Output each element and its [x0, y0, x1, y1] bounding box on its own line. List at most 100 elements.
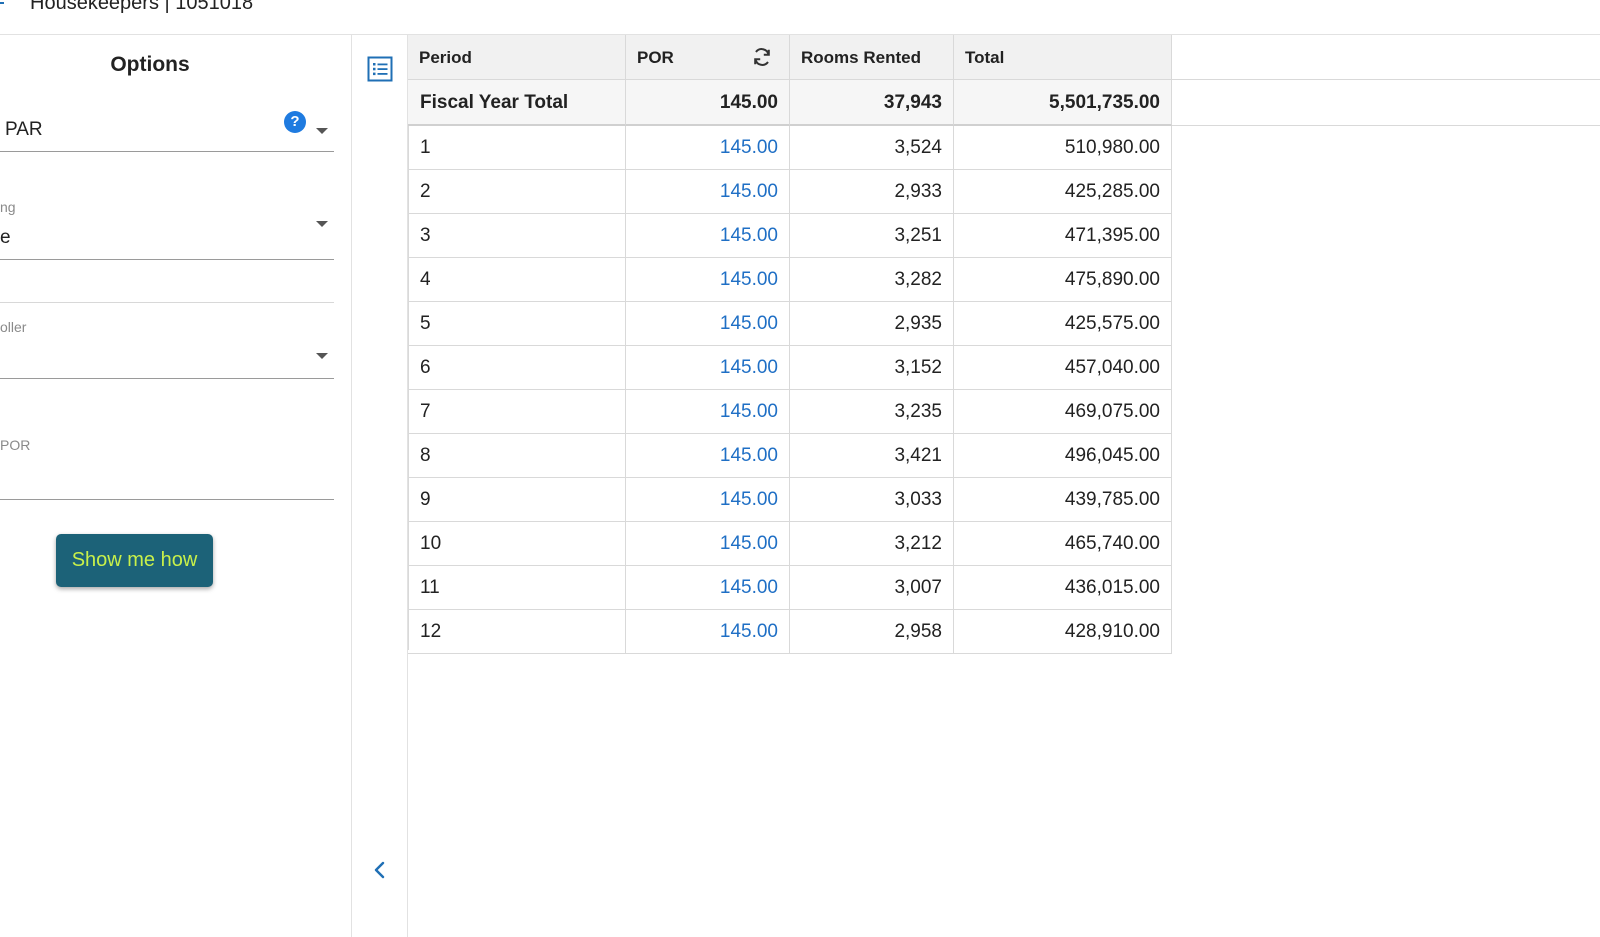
- table-row: 1 145.00 3,524 510,980.00: [408, 126, 1172, 170]
- table-row: 2 145.00 2,933 425,285.00: [408, 170, 1172, 214]
- table-row: 3 145.00 3,251 471,395.00: [408, 214, 1172, 258]
- column-header-total[interactable]: Total: [954, 35, 1172, 80]
- ranking-select-underline: [0, 259, 334, 260]
- por-link-cell[interactable]: 145.00: [626, 390, 790, 434]
- controller-select-underline: [0, 378, 334, 379]
- refresh-icon[interactable]: [751, 46, 773, 68]
- rooms-cell: 3,251: [790, 214, 954, 258]
- title-bar: Housekeepers | 1051018: [0, 0, 1600, 35]
- rooms-cell: 3,524: [790, 126, 954, 170]
- period-cell: 7: [408, 390, 626, 434]
- por-link-cell[interactable]: 145.00: [626, 434, 790, 478]
- rooms-cell: 3,421: [790, 434, 954, 478]
- ranking-select-label: ng: [0, 199, 16, 215]
- column-header-por[interactable]: POR: [626, 35, 790, 80]
- total-cell: 425,285.00: [954, 170, 1172, 214]
- column-header-rooms-rented[interactable]: Rooms Rented: [790, 35, 954, 80]
- period-cell: 11: [408, 566, 626, 610]
- rooms-cell: 3,282: [790, 258, 954, 302]
- help-icon[interactable]: ?: [284, 111, 306, 133]
- par-select-underline: [0, 151, 334, 152]
- period-cell: 5: [408, 302, 626, 346]
- por-input-underline: [0, 499, 334, 500]
- chevron-down-icon[interactable]: [316, 128, 328, 134]
- chevron-down-icon[interactable]: [316, 353, 328, 359]
- por-link-cell[interactable]: 145.00: [626, 346, 790, 390]
- rooms-cell: 2,958: [790, 610, 954, 654]
- options-panel: Options PAR ? ng e oller POR Show me how: [0, 35, 352, 937]
- period-cell: 3: [408, 214, 626, 258]
- table-row: 7 145.00 3,235 469,075.00: [408, 390, 1172, 434]
- column-header-por-label: POR: [637, 48, 674, 67]
- period-cell: 8: [408, 434, 626, 478]
- rooms-cell: 2,935: [790, 302, 954, 346]
- por-link-cell[interactable]: 145.00: [626, 522, 790, 566]
- table-row: 6 145.00 3,152 457,040.00: [408, 346, 1172, 390]
- period-cell: 2: [408, 170, 626, 214]
- rooms-cell: 2,933: [790, 170, 954, 214]
- window-title: Housekeepers | 1051018: [30, 0, 254, 14]
- period-cell: 6: [408, 346, 626, 390]
- options-divider: [0, 302, 334, 303]
- por-input[interactable]: POR: [0, 435, 334, 501]
- total-cell: 475,890.00: [954, 258, 1172, 302]
- table-row: 11 145.00 3,007 436,015.00: [408, 566, 1172, 610]
- total-por-cell: 145.00: [626, 80, 790, 126]
- table-row: 8 145.00 3,421 496,045.00: [408, 434, 1172, 478]
- por-input-label: POR: [0, 437, 31, 453]
- rooms-cell: 3,033: [790, 478, 954, 522]
- total-cell: 457,040.00: [954, 346, 1172, 390]
- options-title: Options: [110, 53, 190, 76]
- total-cell: 436,015.00: [954, 566, 1172, 610]
- chevron-down-icon[interactable]: [316, 221, 328, 227]
- period-cell: 10: [408, 522, 626, 566]
- por-link-cell[interactable]: 145.00: [626, 126, 790, 170]
- table-row: 9 145.00 3,033 439,785.00: [408, 478, 1172, 522]
- por-link-cell[interactable]: 145.00: [626, 170, 790, 214]
- total-cell: 465,740.00: [954, 522, 1172, 566]
- table-row: 12 145.00 2,958 428,910.00: [408, 610, 1172, 654]
- period-cell: 9: [408, 478, 626, 522]
- chevron-left-icon[interactable]: [371, 859, 389, 881]
- period-cell: 12: [408, 610, 626, 654]
- total-cell: 425,575.00: [954, 302, 1172, 346]
- period-cell: 4: [408, 258, 626, 302]
- par-select[interactable]: PAR ?: [0, 90, 334, 152]
- por-link-cell[interactable]: 145.00: [626, 566, 790, 610]
- total-cell: 510,980.00: [954, 126, 1172, 170]
- total-cell: 471,395.00: [954, 214, 1172, 258]
- par-select-value: PAR: [5, 119, 43, 140]
- por-link-cell[interactable]: 145.00: [626, 610, 790, 654]
- rooms-cell: 3,152: [790, 346, 954, 390]
- rooms-cell: 3,007: [790, 566, 954, 610]
- total-cell: 496,045.00: [954, 434, 1172, 478]
- table-row: 5 145.00 2,935 425,575.00: [408, 302, 1172, 346]
- fiscal-year-total-row: Fiscal Year Total 145.00 37,943 5,501,73…: [408, 80, 1600, 126]
- ranking-select-value: e: [0, 227, 11, 248]
- por-link-cell[interactable]: 145.00: [626, 258, 790, 302]
- header-filler: [1172, 35, 1600, 80]
- table-row: 10 145.00 3,212 465,740.00: [408, 522, 1172, 566]
- total-total-cell: 5,501,735.00: [954, 80, 1172, 126]
- column-header-period[interactable]: Period: [408, 35, 626, 80]
- ranking-select[interactable]: ng e: [0, 197, 334, 260]
- por-link-cell[interactable]: 145.00: [626, 478, 790, 522]
- total-rooms-cell: 37,943: [790, 80, 954, 126]
- total-filler: [1172, 80, 1600, 126]
- por-link-cell[interactable]: 145.00: [626, 214, 790, 258]
- por-link-cell[interactable]: 145.00: [626, 302, 790, 346]
- total-cell: 439,785.00: [954, 478, 1172, 522]
- grid-header-row: Period POR Rooms Rented Total: [408, 35, 1600, 80]
- controller-select-label: oller: [0, 319, 27, 335]
- rooms-cell: 3,235: [790, 390, 954, 434]
- rooms-cell: 3,212: [790, 522, 954, 566]
- back-arrow-icon[interactable]: [0, 2, 4, 4]
- total-period-cell: Fiscal Year Total: [408, 80, 626, 126]
- total-cell: 428,910.00: [954, 610, 1172, 654]
- controller-select[interactable]: oller: [0, 319, 334, 379]
- show-me-how-button[interactable]: Show me how: [56, 534, 213, 587]
- total-cell: 469,075.00: [954, 390, 1172, 434]
- period-cell: 1: [408, 126, 626, 170]
- icon-strip: [352, 35, 408, 937]
- list-view-icon[interactable]: [367, 56, 393, 82]
